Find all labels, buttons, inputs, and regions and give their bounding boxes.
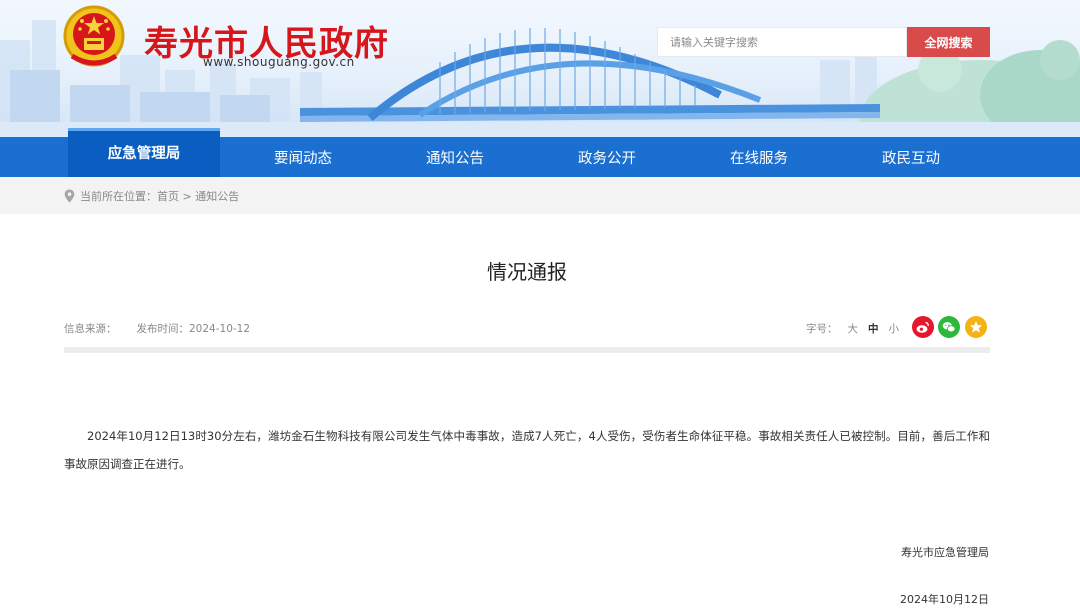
nav-item-news[interactable]: 要闻动态 bbox=[227, 137, 379, 177]
font-size-medium[interactable]: 中 bbox=[868, 321, 879, 336]
font-size-small[interactable]: 小 bbox=[889, 321, 900, 336]
publish-date: 发布时间：2024-10-12 bbox=[137, 321, 251, 336]
nav-item-online-services[interactable]: 在线服务 bbox=[683, 137, 835, 177]
font-size-large[interactable]: 大 bbox=[848, 321, 859, 336]
search-button[interactable]: 全网搜索 bbox=[907, 27, 990, 57]
breadcrumb: 当前所在位置： 首页 > 通知公告 bbox=[64, 188, 239, 204]
nav-item-notices[interactable]: 通知公告 bbox=[379, 137, 531, 177]
font-size-control: 字号： 大 中 小 bbox=[806, 321, 899, 336]
search-input[interactable] bbox=[658, 28, 906, 56]
favorite-icon[interactable] bbox=[965, 316, 987, 338]
publish-date-label: 发布时间： bbox=[136, 323, 190, 335]
article-body: 2024年10月12日13时30分左右，潍坊金石生物科技有限公司发生气体中毒事故… bbox=[64, 429, 990, 471]
meta-divider bbox=[64, 347, 990, 353]
location-pin-icon bbox=[64, 189, 75, 203]
breadcrumb-current-link[interactable]: 通知公告 bbox=[195, 188, 239, 204]
search-box bbox=[657, 27, 907, 57]
weibo-icon[interactable] bbox=[912, 316, 934, 338]
header-banner: 寿光市人民政府 www.shouguang.gov.cn 全网搜索 bbox=[0, 0, 1080, 137]
signature-date: 2024年10月12日 bbox=[900, 593, 989, 606]
breadcrumb-bar: 当前所在位置： 首页 > 通知公告 bbox=[0, 177, 1080, 214]
breadcrumb-home-link[interactable]: 首页 bbox=[157, 188, 179, 204]
breadcrumb-prefix: 当前所在位置： bbox=[80, 190, 157, 203]
breadcrumb-separator: > bbox=[179, 189, 196, 203]
nav-item-citizen-interaction[interactable]: 政民互动 bbox=[835, 137, 987, 177]
site-url: www.shouguang.gov.cn bbox=[203, 55, 355, 69]
main-nav: 应急管理局 要闻动态 通知公告 政务公开 在线服务 政民互动 bbox=[0, 128, 1080, 177]
font-size-label: 字号： bbox=[806, 323, 838, 335]
signature-organization: 寿光市应急管理局 bbox=[901, 546, 989, 559]
article-meta: 信息来源： 发布时间：2024-10-12 bbox=[64, 321, 250, 336]
national-emblem-icon bbox=[63, 5, 125, 67]
nav-item-emergency-bureau[interactable]: 应急管理局 bbox=[68, 128, 220, 177]
nav-item-government-affairs[interactable]: 政务公开 bbox=[531, 137, 683, 177]
source-label: 信息来源： bbox=[64, 323, 117, 335]
wechat-icon[interactable] bbox=[938, 316, 960, 338]
publish-date-value: 2024-10-12 bbox=[189, 323, 251, 335]
article-title: 情况通报 bbox=[487, 260, 567, 284]
